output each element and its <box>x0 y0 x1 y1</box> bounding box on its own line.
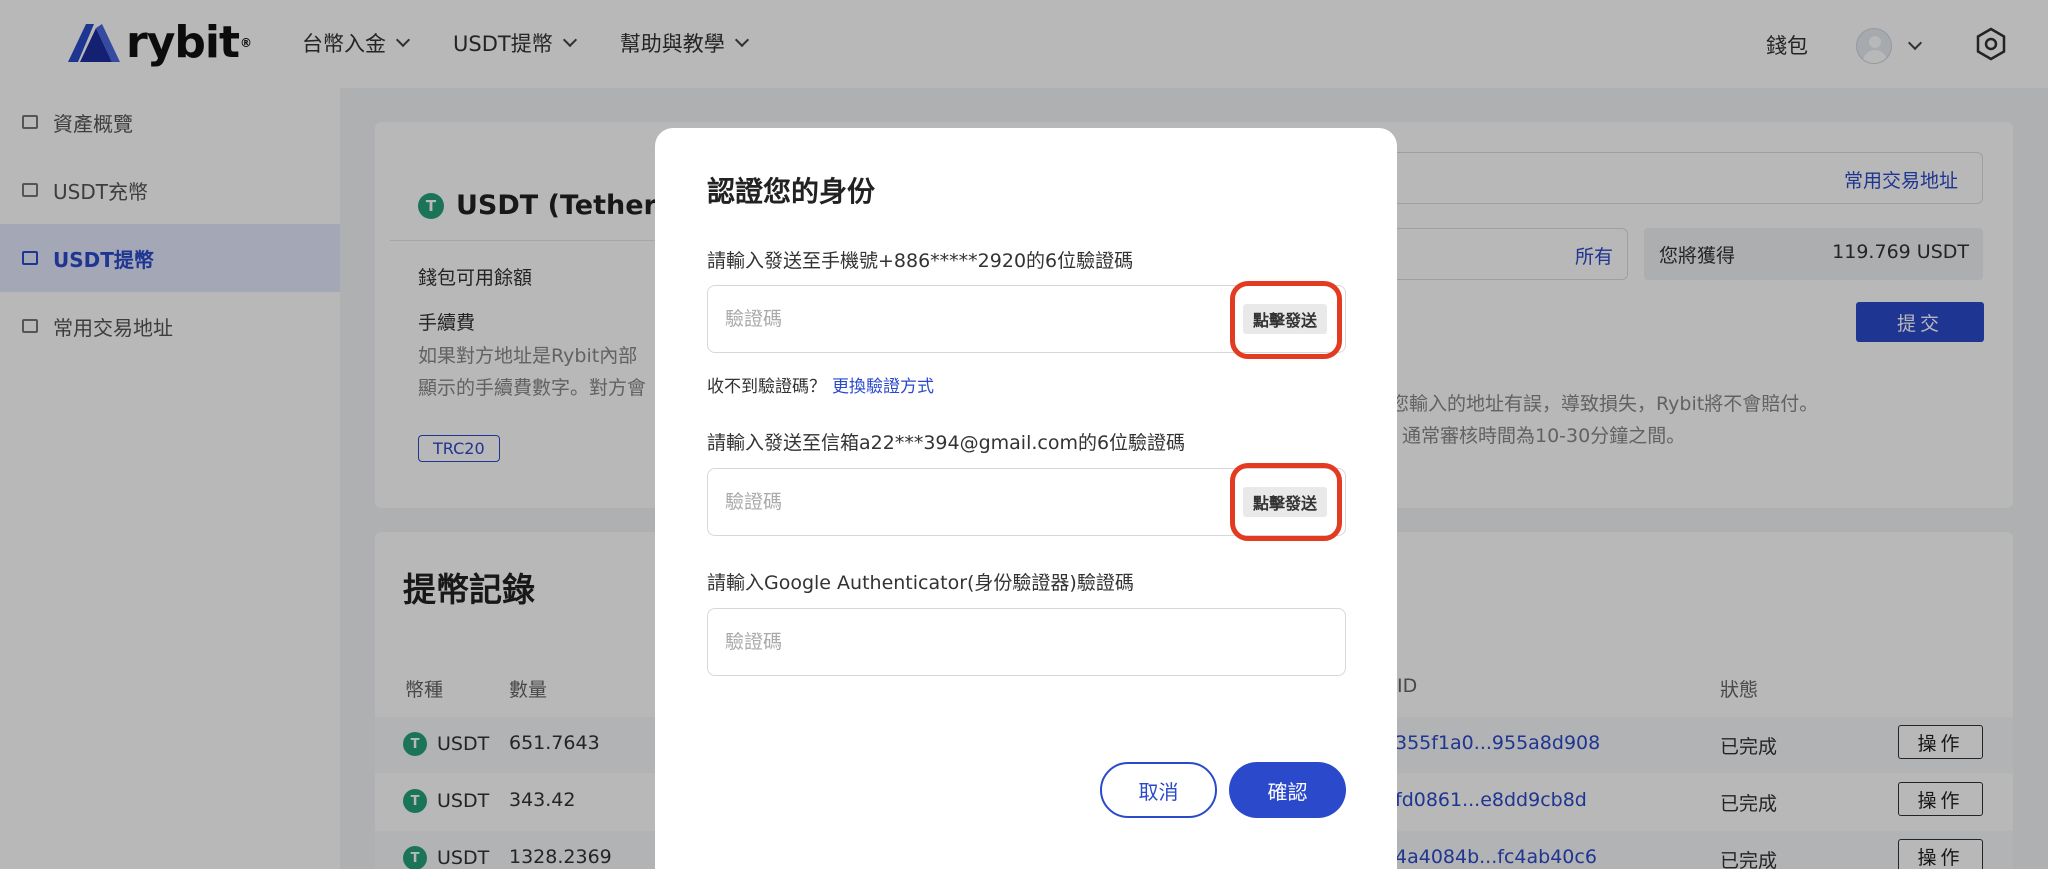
change-method-link[interactable]: 更換驗證方式 <box>832 377 934 397</box>
help-text-label: 收不到驗證碼？ <box>707 377 826 397</box>
confirm-button[interactable]: 確認 <box>1229 762 1346 818</box>
highlight-outline <box>1230 463 1342 541</box>
ga-code-label: 請輸入Google Authenticator(身份驗證器)驗證碼 <box>707 572 1134 594</box>
modal-title: 認證您的身份 <box>707 175 876 208</box>
email-code-label: 請輸入發送至信箱a22***394@gmail.com的6位驗證碼 <box>707 432 1186 454</box>
verification-modal: 認證您的身份 請輸入發送至手機號+886*****2920的6位驗證碼 點擊發送… <box>655 128 1397 869</box>
ga-code-input[interactable] <box>707 608 1346 676</box>
cancel-button[interactable]: 取消 <box>1100 762 1217 818</box>
highlight-outline <box>1230 281 1342 359</box>
phone-code-label: 請輸入發送至手機號+886*****2920的6位驗證碼 <box>707 250 1134 272</box>
help-text: 收不到驗證碼？ 更換驗證方式 <box>707 372 934 397</box>
